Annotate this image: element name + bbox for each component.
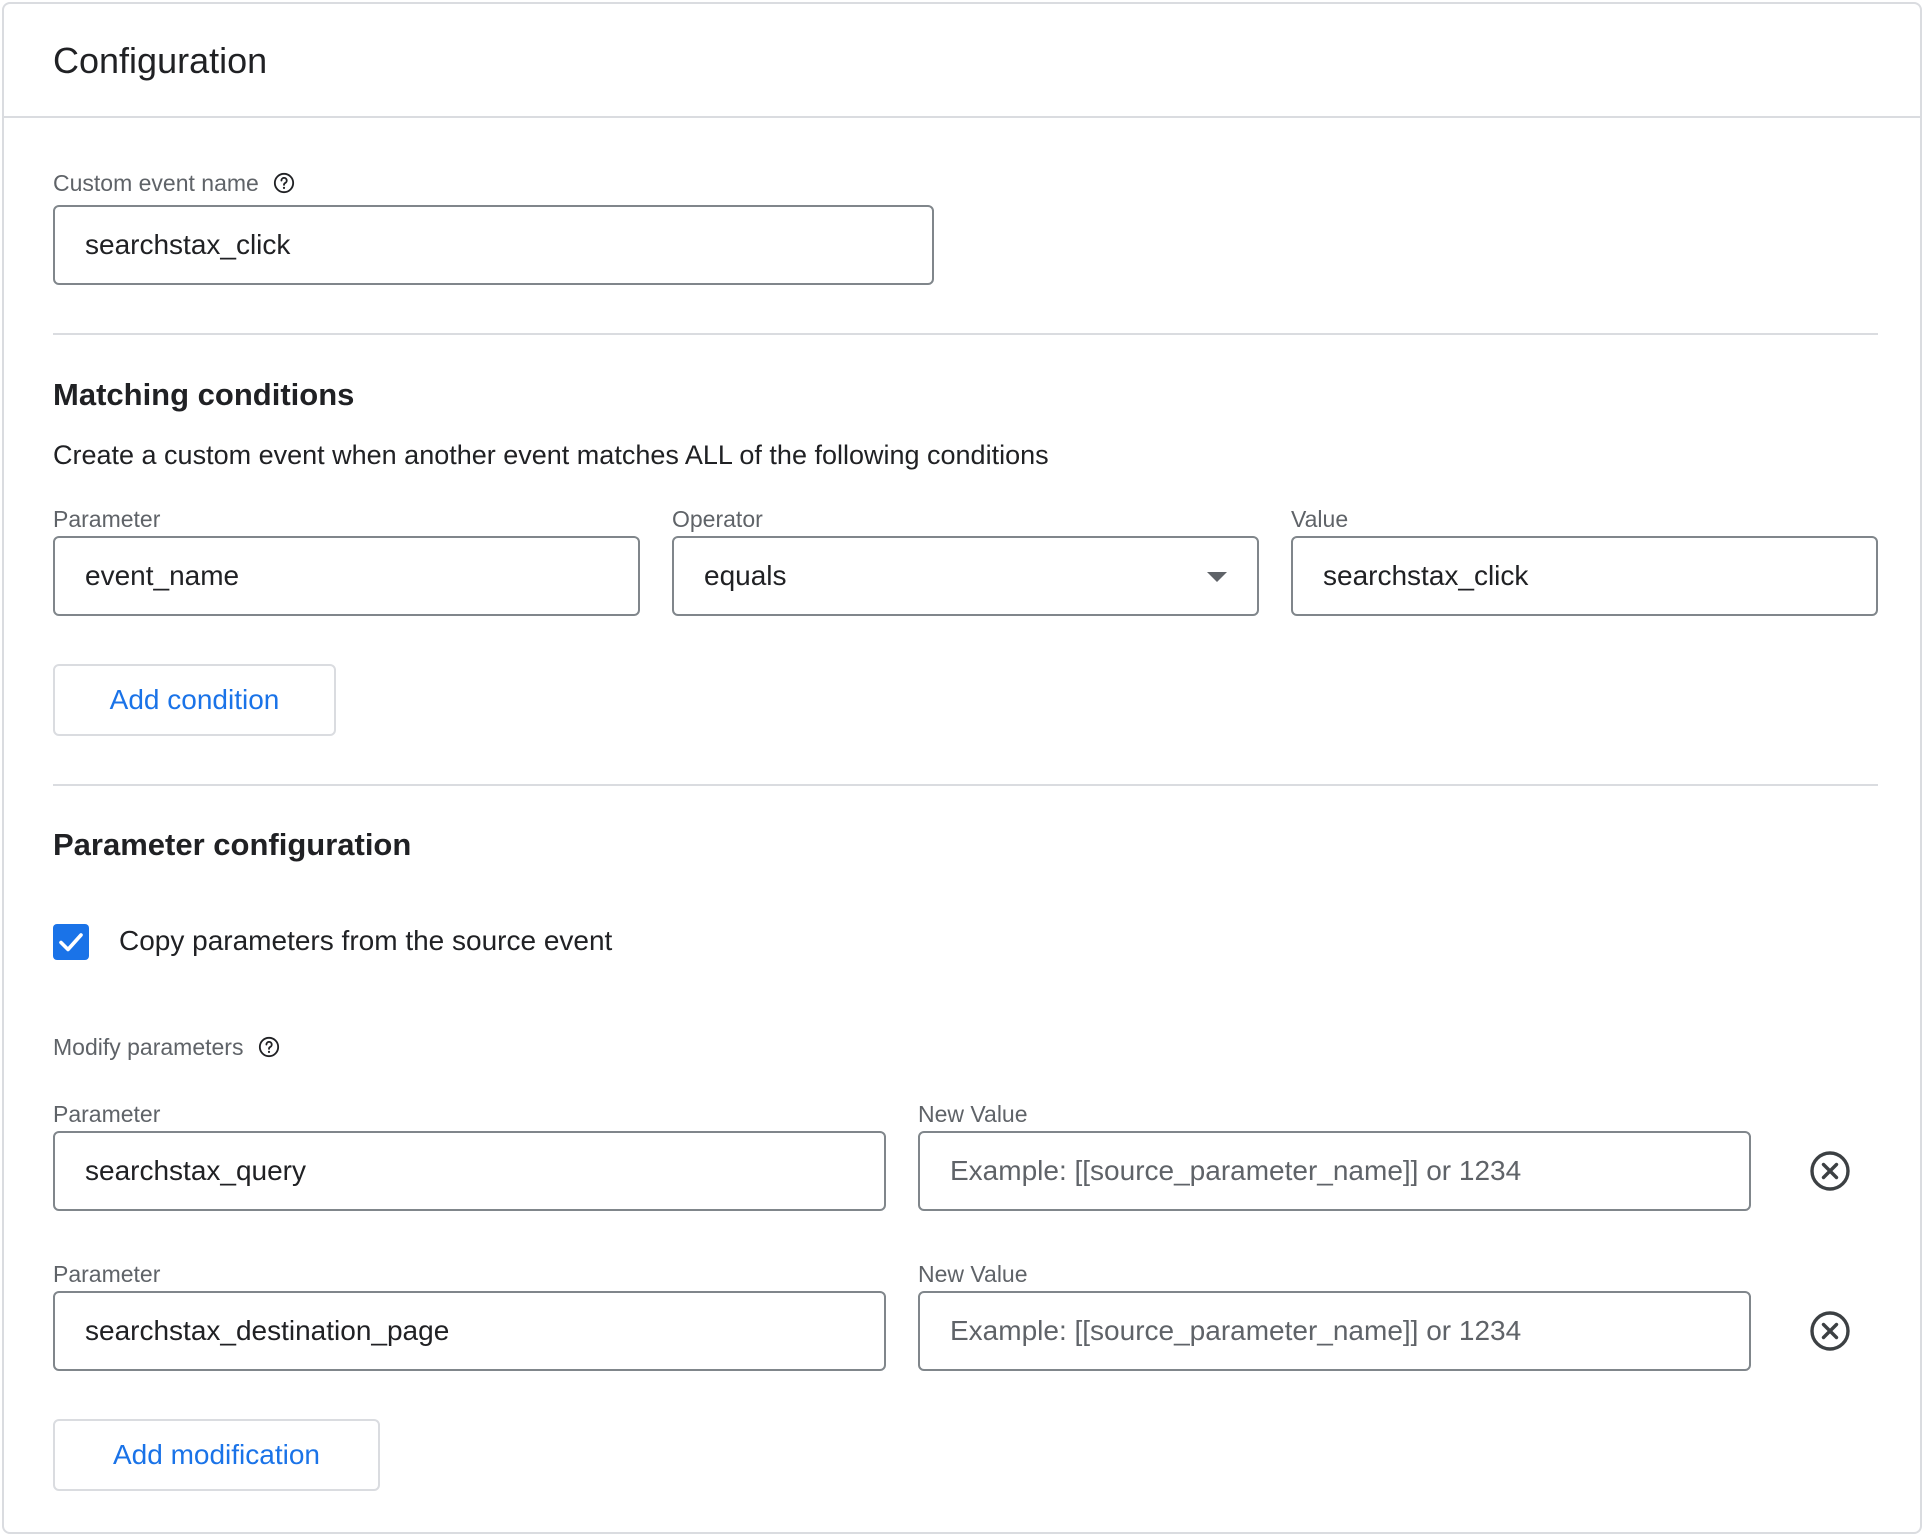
add-condition-button[interactable]: Add condition [53,664,336,736]
remove-modification-button[interactable] [1808,1149,1852,1193]
condition-operator-value: equals [704,560,787,591]
condition-value-input[interactable] [1291,536,1878,616]
condition-value-label: Value [1291,506,1349,532]
custom-event-name-label: Custom event name [53,170,259,196]
card-title: Configuration [53,40,268,81]
add-modification-button[interactable]: Add modification [53,1419,380,1491]
help-circle-icon[interactable] [258,1036,280,1058]
modify-parameters-label-row: Modify parameters [53,1034,280,1061]
modify-parameters-label: Modify parameters [53,1034,244,1060]
matching-conditions-heading: Matching conditions [53,377,355,412]
remove-modification-button[interactable] [1808,1309,1852,1353]
copy-parameters-checkbox[interactable] [53,924,89,960]
checkmark-icon [59,933,83,952]
condition-parameter-input[interactable] [53,536,640,616]
divider [53,784,1878,786]
dropdown-arrow-icon [1207,572,1227,582]
modification-new-value-input[interactable] [918,1291,1751,1371]
copy-parameters-label[interactable]: Copy parameters from the source event [119,925,612,957]
card-header: Configuration [4,4,1920,118]
cancel-circle-icon [1810,1311,1850,1351]
configuration-card: Configuration Custom event name Matching… [2,2,1922,1534]
condition-parameter-label: Parameter [53,506,161,532]
modification-new-value-label: New Value [918,1261,1028,1287]
modification-new-value-label: New Value [918,1101,1028,1127]
custom-event-name-input[interactable] [53,205,934,285]
modification-new-value-input[interactable] [918,1131,1751,1211]
condition-operator-label: Operator [672,506,763,532]
modification-parameter-input[interactable] [53,1291,886,1371]
cancel-circle-icon [1810,1151,1850,1191]
modification-parameter-label: Parameter [53,1261,161,1287]
matching-conditions-description: Create a custom event when another event… [53,440,1049,470]
modification-parameter-input[interactable] [53,1131,886,1211]
modification-parameter-label: Parameter [53,1101,161,1127]
divider [53,333,1878,335]
help-circle-icon[interactable] [273,172,295,194]
custom-event-name-label-row: Custom event name [53,170,295,197]
parameter-configuration-heading: Parameter configuration [53,827,412,862]
condition-operator-select[interactable]: equals [672,536,1259,616]
